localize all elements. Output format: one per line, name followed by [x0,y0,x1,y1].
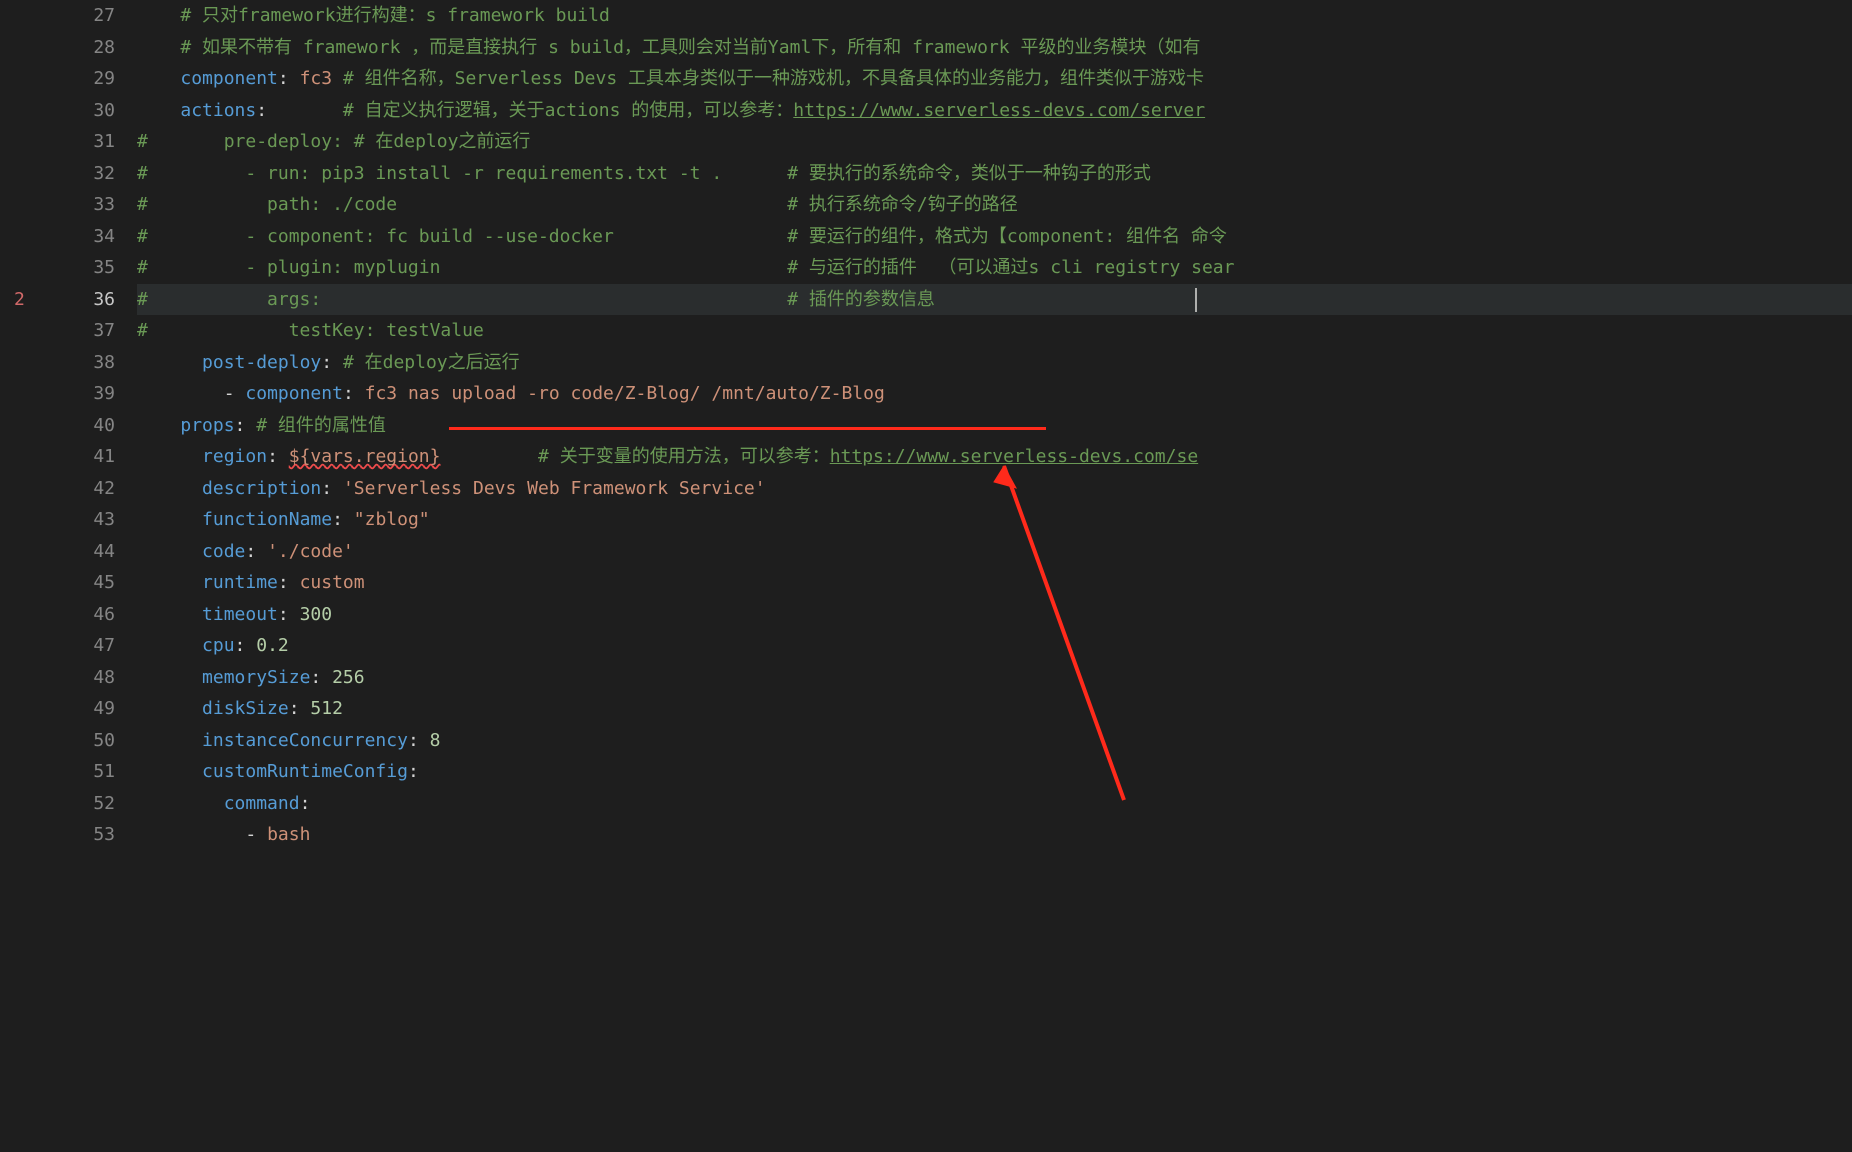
annotation-arrow [0,0,1852,1152]
